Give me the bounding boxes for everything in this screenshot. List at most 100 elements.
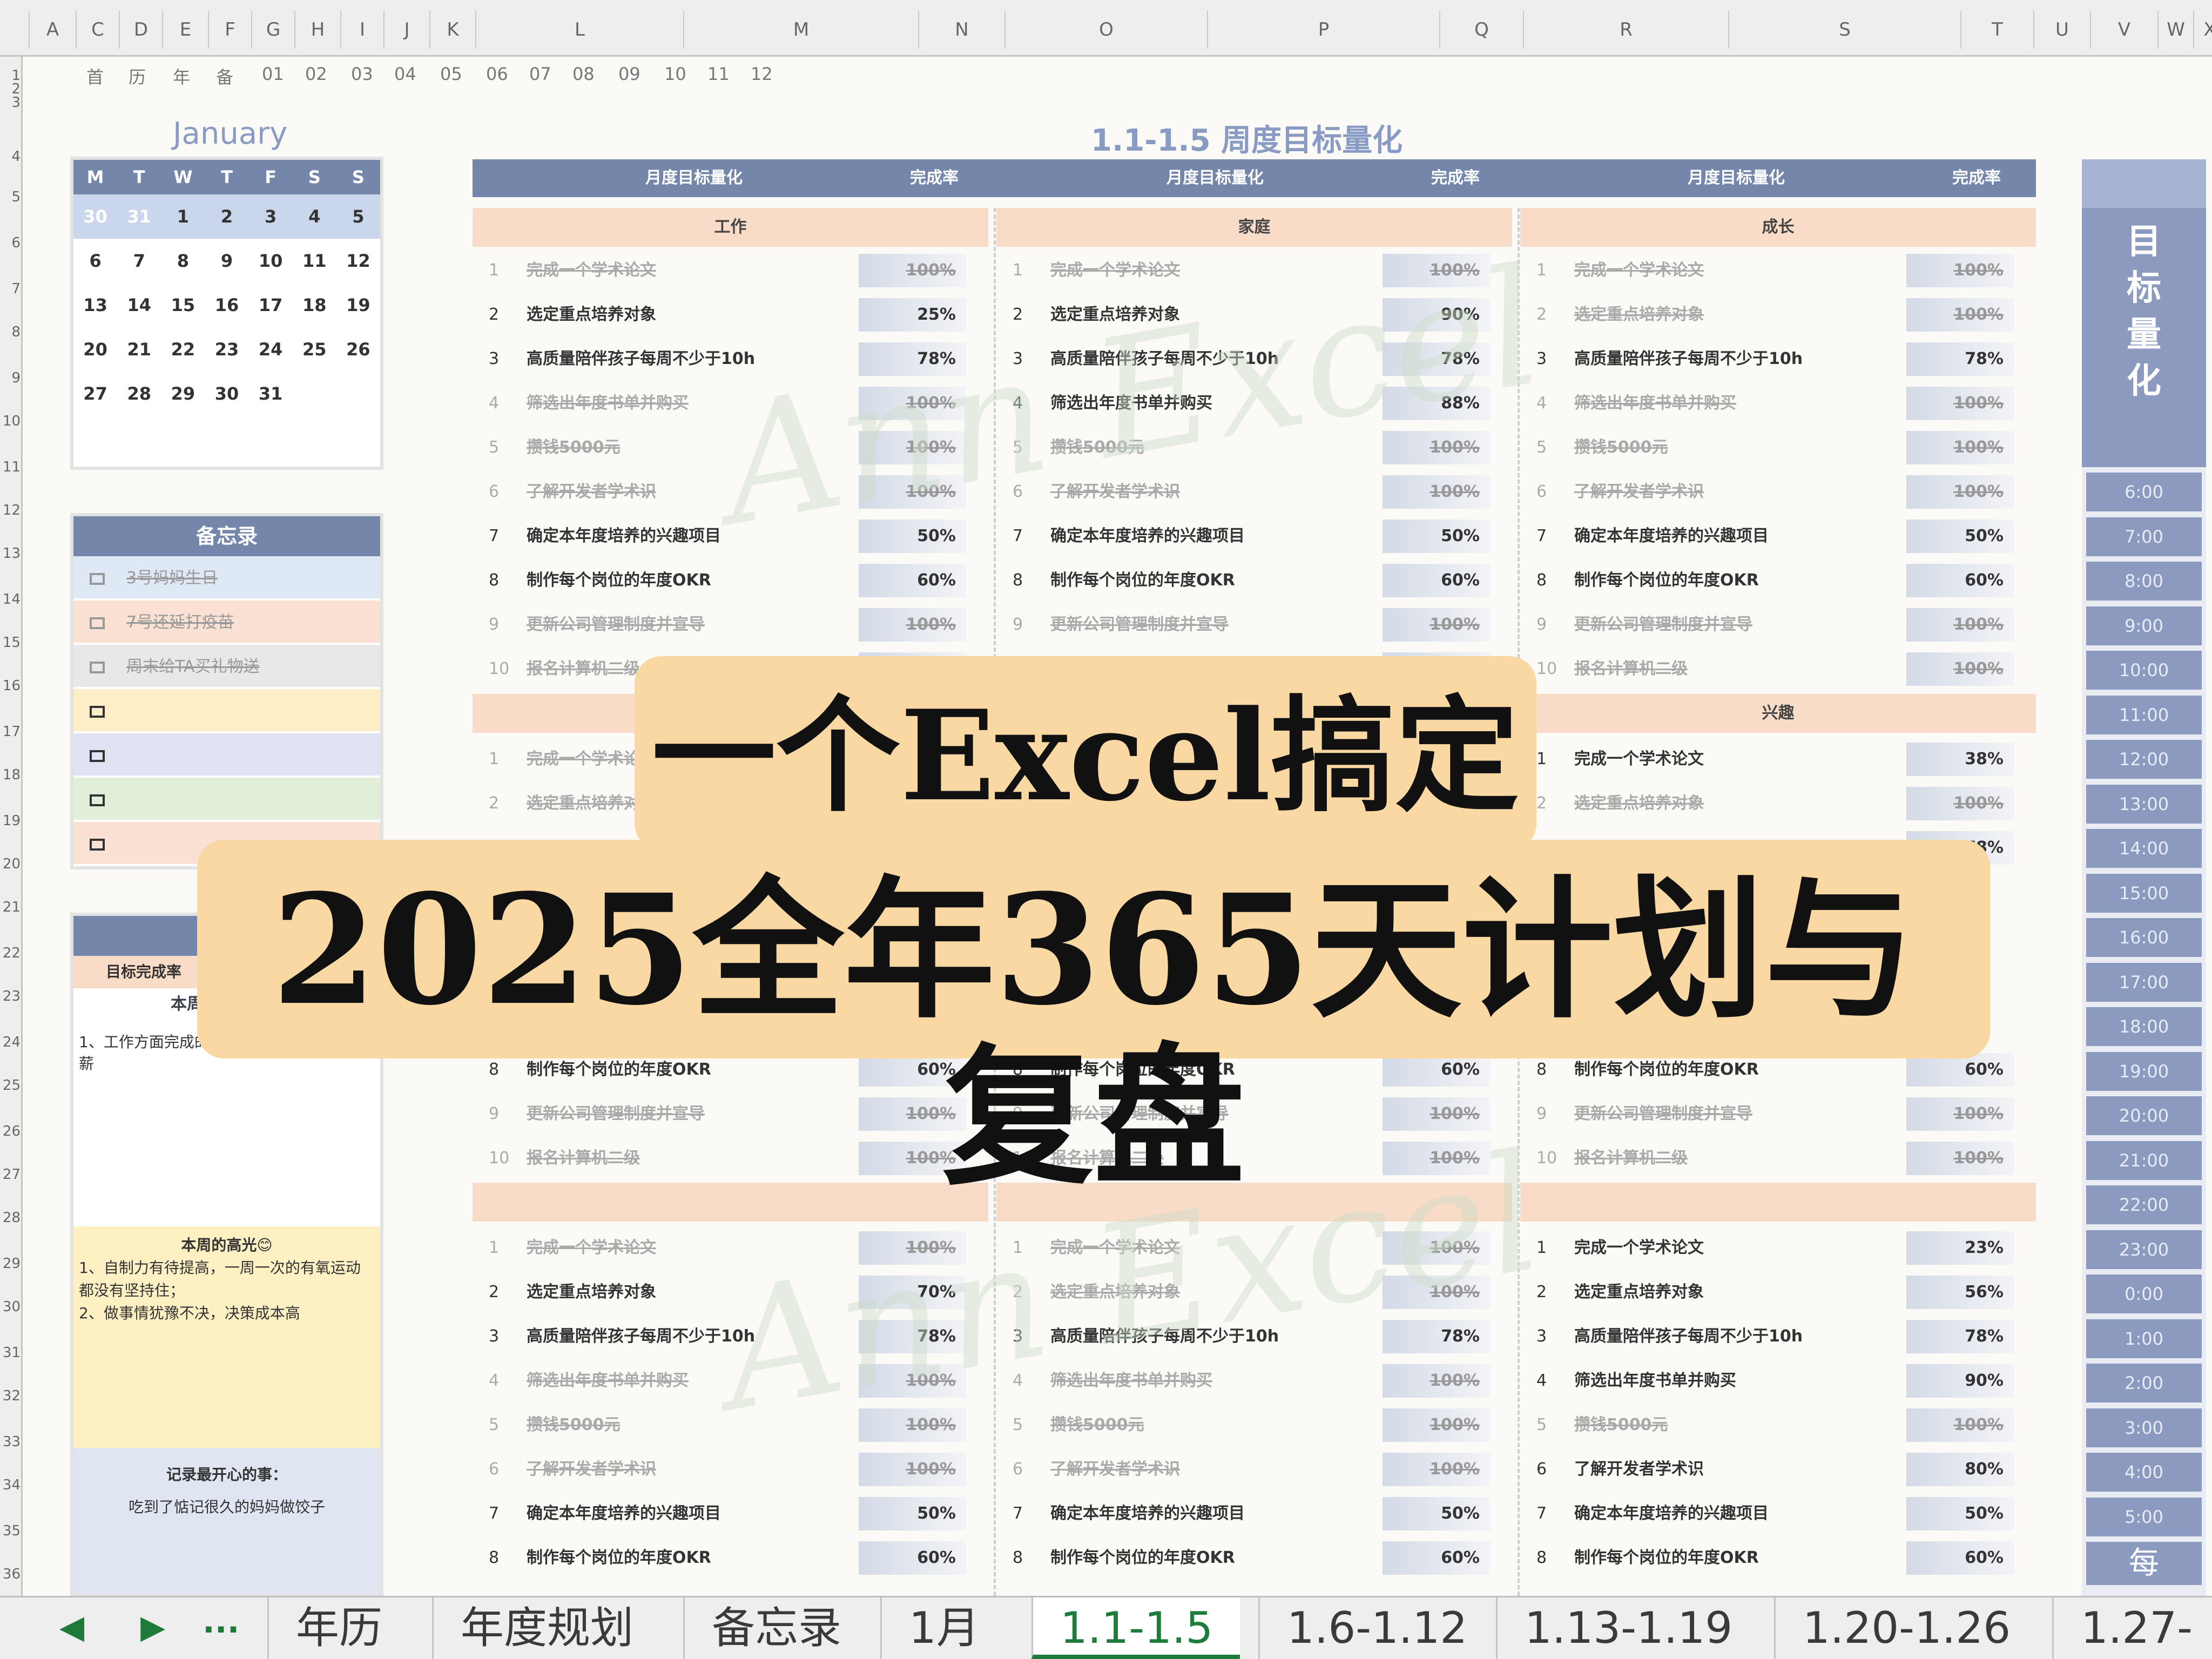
calendar-day[interactable]: 29 [161,383,205,404]
goal-row[interactable]: 8 制作每个岗位的年度OKR 60% [996,558,1512,603]
goal-row-rate[interactable]: 23% [1906,1231,2014,1265]
goal-row[interactable]: 1 完成一个学术论文 23% [1520,1226,2036,1270]
calendar-day[interactable]: 14 [117,295,161,315]
checkbox-icon[interactable] [90,617,105,629]
time-slot[interactable]: 10:00 [2086,651,2202,690]
row-number[interactable]: 4 [0,149,23,165]
review-highlight-box[interactable]: 本周的高光😊 1、自制力有待提高，一周一次的有氧运动都没有坚持住； 2、做事情犹… [73,1226,380,1448]
column-header[interactable]: T [1960,11,2033,49]
calendar-day[interactable]: 18 [293,295,336,315]
row-number[interactable]: 18 [0,767,23,783]
goal-row[interactable]: 7 确定本年度培养的兴趣项目 50% [996,1492,1512,1536]
goal-row-rate[interactable]: 60% [859,1541,967,1575]
calendar-day[interactable]: 25 [293,339,336,360]
goal-row-rate[interactable]: 100% [1382,608,1491,642]
calendar-day[interactable]: 21 [117,339,161,360]
row-number[interactable]: 8 [0,324,23,340]
column-header[interactable]: P [1207,11,1439,49]
column-header[interactable]: F [208,11,251,49]
calendar-day[interactable]: 8 [161,251,205,271]
column-header[interactable]: I [340,11,383,49]
row-number[interactable]: 14 [0,591,23,608]
month-strip-link[interactable]: 10 [664,64,686,84]
goal-row-rate[interactable]: 100% [1906,298,2014,332]
goal-row-rate[interactable]: 78% [1906,342,2014,376]
goal-row-rate[interactable]: 60% [1906,1541,2014,1575]
calendar-day[interactable]: 9 [205,251,248,271]
goal-row[interactable]: 6 了解开发者学术识 80% [1520,1447,2036,1492]
row-number[interactable]: 7 [0,281,23,297]
calendar-day[interactable]: 30 [73,206,117,227]
column-header[interactable]: A [29,11,76,49]
row-number[interactable]: 6 [0,235,23,251]
calendar-day[interactable]: 1 [161,206,205,227]
time-slot[interactable]: 8:00 [2086,562,2202,601]
goal-row[interactable]: 8 制作每个岗位的年度OKR 60% [1520,1536,2036,1580]
sheet-tab[interactable]: 1月 [880,1597,1007,1659]
goal-row-rate[interactable]: 100% [1906,254,2014,287]
row-number[interactable]: 29 [0,1256,23,1272]
goal-row-rate[interactable]: 50% [1906,1497,2014,1530]
goal-row-rate[interactable]: 100% [859,1453,967,1486]
goal-row[interactable]: 7 确定本年度培养的兴趣项目 50% [473,1492,988,1536]
calendar-day[interactable]: 2 [205,206,248,227]
goal-row[interactable]: 2 选定重点培养对象 100% [1520,781,2036,826]
column-header[interactable]: G [251,11,294,49]
goal-row[interactable]: 9 更新公司管理制度并宣导 100% [473,603,988,647]
calendar-day[interactable]: 12 [336,251,380,271]
calendar-day[interactable]: 22 [161,339,205,360]
row-number[interactable]: 34 [0,1477,23,1493]
calendar-day[interactable]: 6 [73,251,117,271]
row-number[interactable]: 9 [0,370,23,386]
time-slot[interactable]: 9:00 [2086,606,2202,645]
column-header[interactable]: V [2090,11,2157,49]
sheet-tab[interactable]: 1.27- [2052,1597,2212,1659]
goal-row-rate[interactable]: 25% [859,298,967,332]
goal-row-rate[interactable]: 100% [1906,787,2014,820]
goal-row[interactable]: 1 完成一个学术论文 38% [1520,737,2036,781]
goal-row[interactable]: 5 攒钱5000元 100% [996,1403,1512,1447]
row-number[interactable]: 26 [0,1123,23,1139]
goal-row[interactable]: 8 制作每个岗位的年度OKR 60% [473,558,988,603]
goal-row[interactable]: 7 确定本年度培养的兴趣项目 50% [1520,514,2036,558]
goal-row-rate[interactable]: 100% [859,608,967,642]
goal-row[interactable]: 3 高质量陪伴孩子每周不少于10h 78% [1520,337,2036,381]
month-strip-link[interactable]: 备 [216,64,233,89]
time-slot[interactable]: 1:00 [2086,1319,2202,1358]
next-sheet-icon[interactable]: ▶ [140,1608,165,1646]
calendar-day[interactable]: 27 [73,383,117,404]
goal-row-rate[interactable]: 38% [1906,743,2014,776]
memo-item[interactable] [73,733,380,778]
row-number[interactable]: 20 [0,856,23,872]
memo-item[interactable] [73,778,380,822]
calendar-day[interactable]: 7 [117,251,161,271]
goal-row[interactable]: 6 了解开发者学术识 100% [996,1447,1512,1492]
month-strip-link[interactable]: 05 [440,64,462,84]
row-number[interactable]: 12 [0,502,23,518]
row-number[interactable]: 21 [0,899,23,915]
goal-row[interactable]: 6 了解开发者学术识 100% [1520,470,2036,514]
time-slot[interactable]: 21:00 [2086,1141,2202,1180]
goal-row-rate[interactable]: 100% [1906,1408,2014,1442]
goal-row-rate[interactable]: 80% [1906,1453,2014,1486]
goal-row-rate[interactable]: 78% [1906,1320,2014,1353]
calendar-day[interactable]: 3 [249,206,293,227]
calendar-day[interactable]: 10 [249,251,293,271]
column-header[interactable]: K [429,11,475,49]
time-slot[interactable]: 7:00 [2086,517,2202,556]
more-sheets-button[interactable]: ... [203,1603,239,1641]
time-slot[interactable]: 6:00 [2086,473,2202,511]
goal-row[interactable]: 1 完成一个学术论文 100% [1520,248,2036,293]
goal-row-rate[interactable]: 60% [859,564,967,597]
goal-row-rate[interactable]: 60% [1382,564,1491,597]
goal-row-rate[interactable]: 56% [1906,1276,2014,1309]
memo-item[interactable] [73,689,380,733]
goal-row-rate[interactable]: 100% [1382,1408,1491,1442]
month-strip-link[interactable]: 08 [572,64,595,84]
goal-row-rate[interactable]: 100% [1906,431,2014,464]
calendar-day[interactable]: 31 [117,206,161,227]
goal-row-rate[interactable]: 100% [1382,475,1491,509]
column-header[interactable]: N [918,11,1004,49]
time-slot[interactable]: 23:00 [2086,1230,2202,1269]
month-strip-link[interactable]: 06 [486,64,508,84]
